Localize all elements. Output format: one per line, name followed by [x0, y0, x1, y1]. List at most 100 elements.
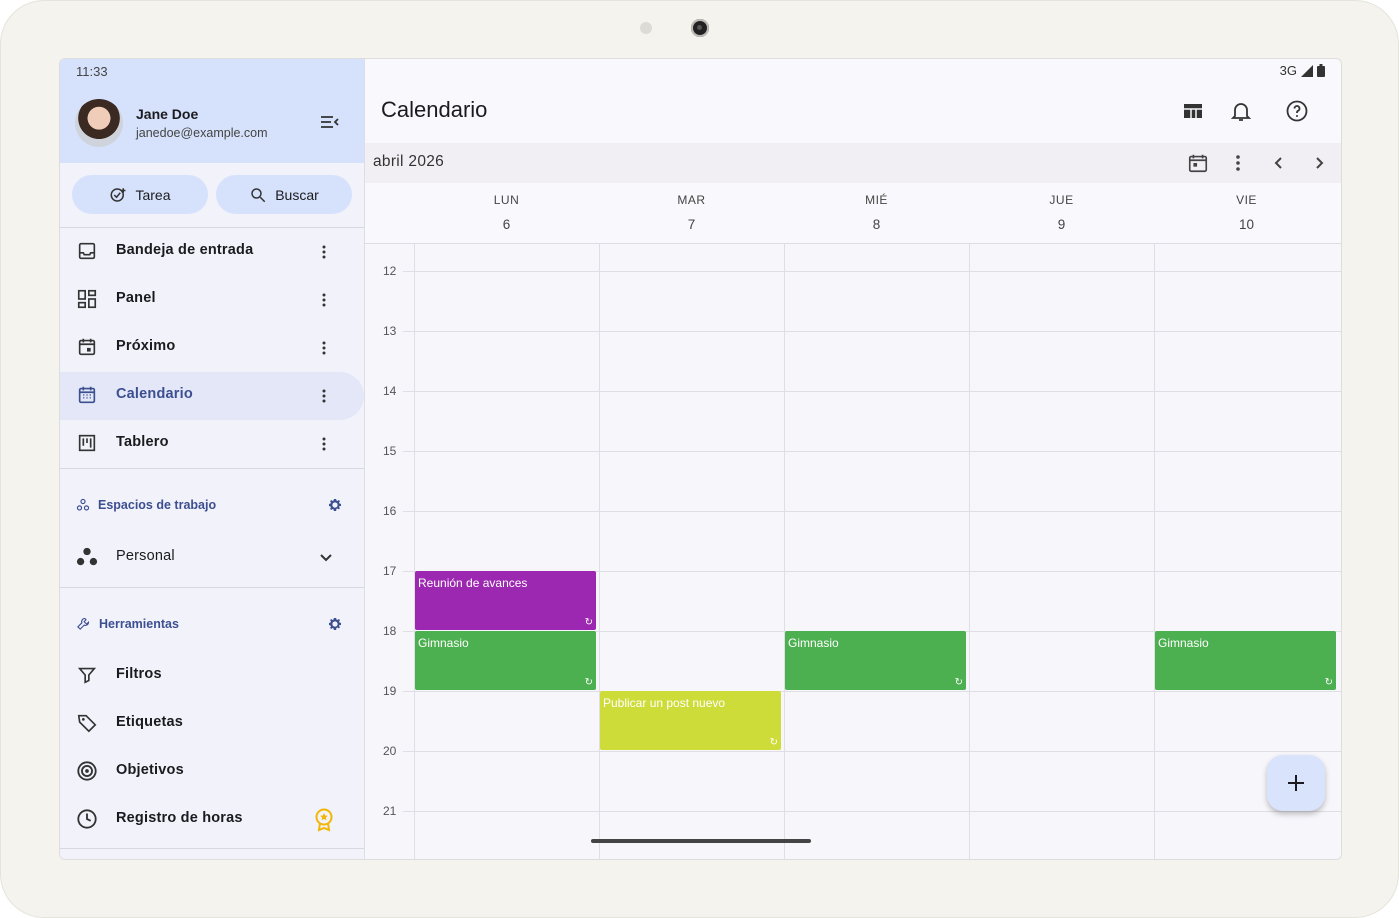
more-options-icon[interactable]	[314, 434, 334, 454]
tool-item-goals[interactable]: Objetivos	[60, 748, 364, 796]
day-column-divider	[414, 244, 415, 859]
filter-icon	[77, 667, 97, 684]
nav-item-dashboard[interactable]: Panel	[60, 276, 364, 324]
hour-line	[403, 811, 1341, 812]
event-title: Reunión de avances	[418, 576, 528, 590]
inbox-icon	[78, 242, 96, 260]
tool-item-label: Etiquetas	[116, 714, 184, 730]
nav-item-calendar[interactable]: Calendario	[60, 372, 364, 420]
wrench-icon	[77, 617, 90, 630]
day-header-wed[interactable]: MIÉ 8	[784, 183, 969, 243]
add-task-button[interactable]: Tarea	[72, 175, 208, 214]
hour-label: 20	[383, 744, 397, 758]
sensor	[640, 22, 652, 34]
help-icon[interactable]	[1285, 99, 1309, 123]
hour-line	[403, 511, 1341, 512]
search-icon	[251, 187, 266, 202]
day-name: VIE	[1236, 193, 1257, 207]
workspace-dots-icon	[76, 547, 98, 566]
calendar-grid[interactable]: 12 13 14 15 16 17 18 19 20 21 Reunión de avances ↻ G…	[365, 243, 1341, 859]
day-date: 10	[1238, 217, 1255, 232]
user-name: Jane Doe	[136, 106, 199, 122]
front-camera	[691, 19, 709, 37]
repeat-icon: ↻	[584, 617, 593, 628]
hour-line	[403, 691, 1341, 692]
more-options-icon[interactable]	[314, 386, 334, 406]
calendar-event[interactable]: Gimnasio ↻	[785, 631, 966, 690]
day-column-divider	[969, 244, 970, 859]
hour-label: 16	[383, 504, 397, 518]
status-time: 11:33	[76, 64, 108, 79]
avatar[interactable]	[75, 99, 123, 147]
calendar-event[interactable]: Publicar un post nuevo ↻	[600, 691, 781, 750]
day-header-thu[interactable]: JUE 9	[969, 183, 1154, 243]
calendar-event[interactable]: Gimnasio ↻	[415, 631, 596, 690]
view-layout-icon[interactable]	[1181, 99, 1205, 123]
search-button[interactable]: Buscar	[216, 175, 352, 214]
calendar-upcoming-icon	[78, 338, 96, 356]
repeat-icon: ↻	[1324, 677, 1333, 688]
workspace-settings-gear-icon[interactable]	[326, 496, 344, 514]
chevron-down-icon[interactable]	[316, 548, 336, 568]
add-task-icon	[110, 187, 126, 202]
search-label: Buscar	[275, 186, 319, 203]
day-header-fri[interactable]: VIE 10	[1154, 183, 1339, 243]
home-indicator[interactable]	[591, 839, 811, 843]
more-options-icon[interactable]	[314, 242, 334, 262]
tool-item-labels[interactable]: Etiquetas	[60, 700, 364, 748]
signal-icon	[1301, 64, 1313, 77]
sidebar: 11:33 Jane Doe janedoe@example.com Tarea…	[60, 59, 365, 859]
add-event-fab[interactable]	[1267, 755, 1325, 811]
collapse-menu-icon[interactable]	[318, 111, 342, 135]
day-name: MIÉ	[865, 193, 888, 207]
chevron-right-icon[interactable]	[1308, 152, 1330, 174]
more-options-icon[interactable]	[1227, 152, 1249, 174]
target-icon	[77, 761, 97, 781]
page-title: Calendario	[381, 97, 488, 122]
day-date: 6	[502, 217, 511, 232]
calendar-event[interactable]: Reunión de avances ↻	[415, 571, 596, 630]
calendar-icon	[78, 386, 96, 404]
hour-label: 17	[383, 564, 397, 578]
event-title: Gimnasio	[788, 636, 839, 650]
dashboard-icon	[77, 289, 97, 309]
today-calendar-icon[interactable]	[1187, 152, 1209, 174]
day-name: MAR	[677, 193, 706, 207]
hour-label: 21	[383, 804, 397, 818]
nav-item-label: Calendario	[116, 386, 193, 402]
more-options-icon[interactable]	[314, 290, 334, 310]
calendar-event[interactable]: Gimnasio ↻	[1155, 631, 1336, 690]
hour-label: 18	[383, 624, 397, 638]
repeat-icon: ↻	[769, 737, 778, 748]
nav-item-label: Bandeja de entrada	[116, 242, 254, 258]
nav-item-label: Tablero	[116, 434, 169, 450]
repeat-icon: ↻	[954, 677, 963, 688]
user-email: janedoe@example.com	[136, 126, 268, 140]
event-title: Gimnasio	[418, 636, 469, 650]
day-name: LUN	[493, 193, 520, 207]
day-header-mon[interactable]: LUN 6	[414, 183, 599, 243]
tool-item-filters[interactable]: Filtros	[60, 652, 364, 700]
chevron-left-icon[interactable]	[1268, 152, 1290, 174]
day-name: JUE	[1049, 193, 1074, 207]
day-date: 9	[1057, 217, 1066, 232]
day-header-tue[interactable]: MAR 7	[599, 183, 784, 243]
tool-item-label: Objetivos	[116, 762, 184, 778]
nav-item-board[interactable]: Tablero	[60, 420, 364, 468]
day-column-divider	[784, 244, 785, 859]
workspace-selector[interactable]: Personal	[60, 534, 364, 582]
divider	[60, 848, 364, 849]
more-options-icon[interactable]	[314, 338, 334, 358]
notifications-bell-icon[interactable]	[1229, 99, 1253, 123]
nav-item-upcoming[interactable]: Próximo	[60, 324, 364, 372]
tool-item-time-tracking[interactable]: Registro de horas	[60, 796, 364, 844]
tools-settings-gear-icon[interactable]	[326, 615, 344, 633]
workspaces-section-title: Espacios de trabajo	[76, 498, 216, 512]
divider	[60, 587, 364, 588]
nav-item-inbox[interactable]: Bandeja de entrada	[60, 228, 364, 276]
board-icon	[78, 434, 96, 452]
tool-item-label: Filtros	[116, 666, 162, 682]
hour-line	[403, 331, 1341, 332]
clock-icon	[77, 809, 97, 829]
hour-label: 19	[383, 684, 397, 698]
